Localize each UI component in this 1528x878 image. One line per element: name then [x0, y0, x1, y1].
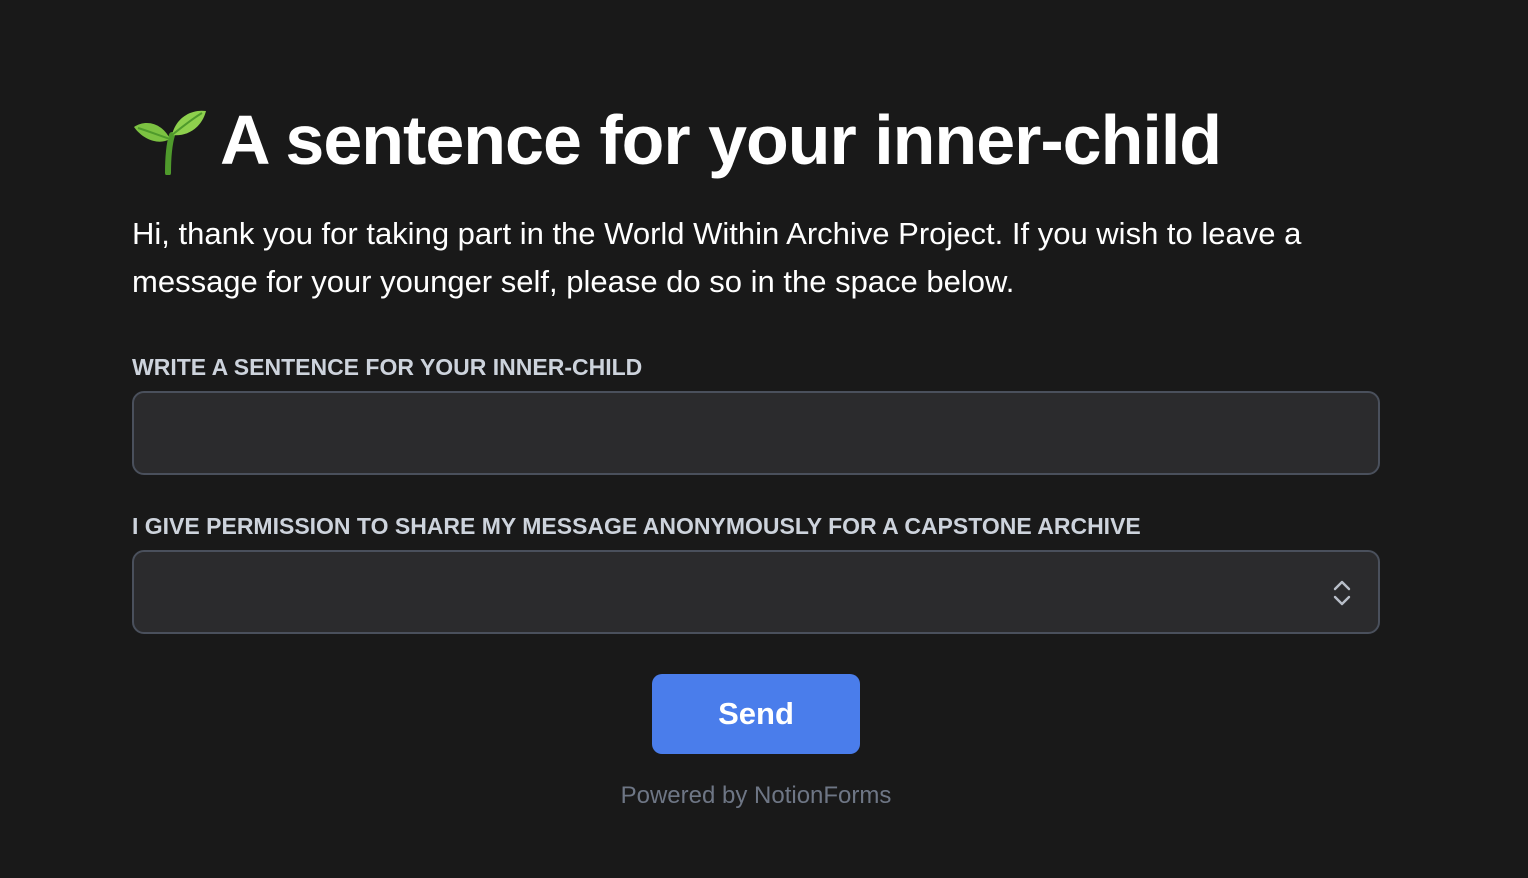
chevron-up-down-icon	[1332, 578, 1352, 608]
page-title: A sentence for your inner-child	[132, 100, 1380, 180]
permission-field: I GIVE PERMISSION TO SHARE MY MESSAGE AN…	[132, 513, 1380, 634]
title-text: A sentence for your inner-child	[220, 101, 1222, 179]
form-description: Hi, thank you for taking part in the Wor…	[132, 216, 1302, 299]
permission-field-label: I GIVE PERMISSION TO SHARE MY MESSAGE AN…	[132, 513, 1141, 539]
sentence-input[interactable]	[132, 391, 1380, 475]
send-button[interactable]: Send	[652, 674, 860, 754]
sprout-icon	[132, 105, 208, 176]
powered-by-footer: Powered by NotionForms	[620, 782, 892, 809]
form-actions: Send	[132, 674, 1380, 754]
sentence-field-label: WRITE A SENTENCE FOR YOUR INNER-CHILD	[132, 354, 643, 380]
form-page: A sentence for your inner-child Hi, than…	[0, 0, 1528, 878]
permission-select[interactable]	[132, 550, 1380, 634]
sentence-field: WRITE A SENTENCE FOR YOUR INNER-CHILD	[132, 354, 1380, 475]
form-container: A sentence for your inner-child Hi, than…	[132, 100, 1380, 810]
